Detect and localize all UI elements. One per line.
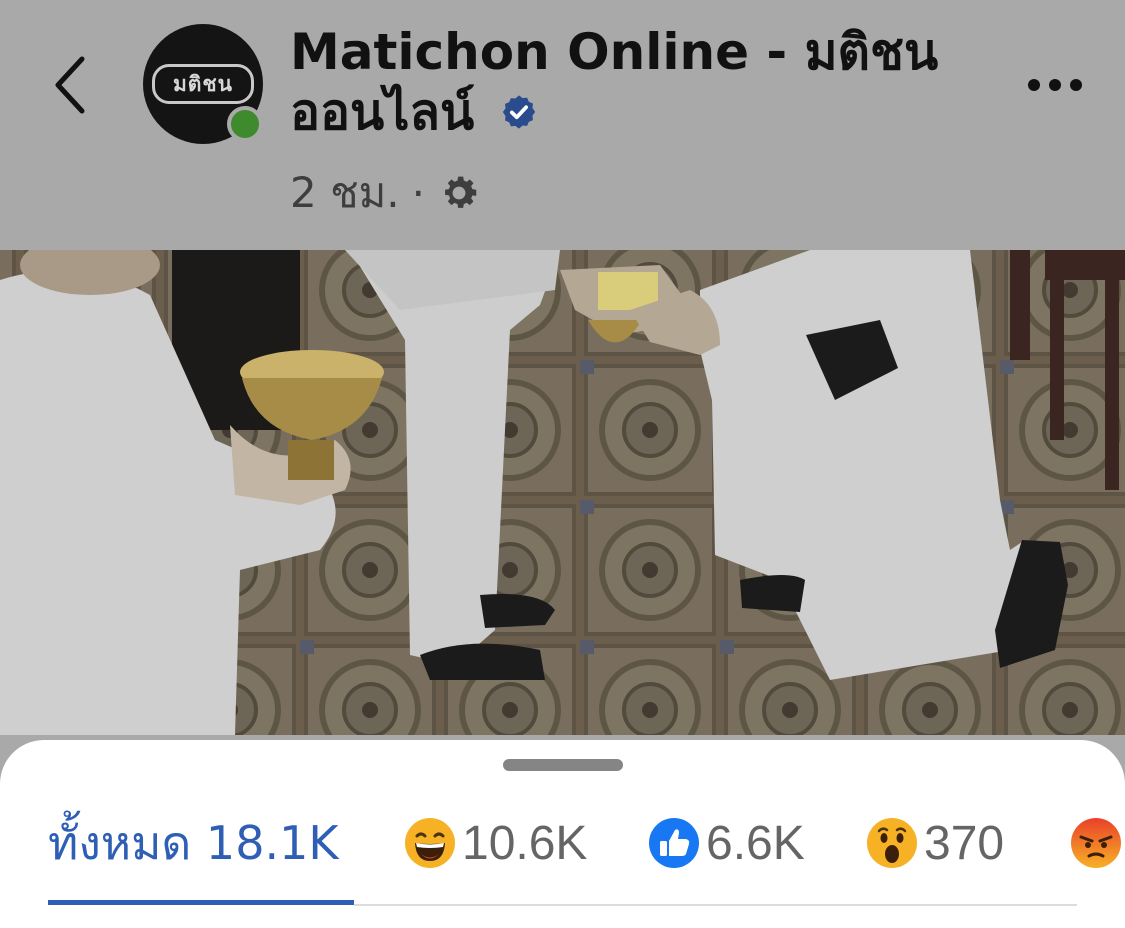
matichon-logo: มติชน	[152, 64, 254, 104]
more-options-button[interactable]	[1020, 65, 1090, 105]
chevron-left-icon	[55, 56, 85, 114]
angry-reaction-icon	[1071, 818, 1121, 868]
tab-haha[interactable]: 10.6K	[404, 808, 587, 878]
tab-like-count: 6.6K	[706, 816, 805, 870]
like-reaction-icon	[649, 818, 699, 868]
wow-reaction-icon	[867, 818, 917, 868]
online-status-indicator	[227, 106, 263, 142]
tab-wow-count: 370	[924, 816, 1005, 870]
tab-haha-count: 10.6K	[462, 816, 588, 870]
tab-like[interactable]: 6.6K	[648, 808, 805, 878]
gear-icon	[445, 176, 477, 208]
tab-all-reactions[interactable]: ทั้งหมด 18.1K	[48, 808, 339, 878]
reaction-tabs: ทั้งหมด 18.1K 10.6K 6.6K 370	[48, 808, 1125, 908]
post-photo[interactable]	[0, 250, 1125, 735]
post-header: มติชน Matichon Online - มติชนออนไลน์ 2 ช…	[0, 0, 1125, 250]
verified-badge-icon	[502, 94, 535, 129]
back-button[interactable]	[40, 45, 110, 125]
page-avatar[interactable]: มติชน	[143, 24, 265, 146]
tab-wow[interactable]: 370	[866, 808, 1004, 878]
sheet-grab-handle[interactable]	[503, 759, 623, 771]
post-timestamp: 2 ชม.	[290, 168, 400, 217]
reactions-sheet: ทั้งหมด 18.1K 10.6K 6.6K 370	[0, 740, 1125, 928]
page-name-text: Matichon Online - มติชนออนไลน์	[290, 23, 939, 141]
haha-reaction-icon	[405, 818, 455, 868]
tabs-divider	[354, 904, 1077, 906]
tab-angry[interactable]	[1070, 808, 1125, 878]
active-tab-indicator	[48, 900, 354, 905]
page-name[interactable]: Matichon Online - มติชนออนไลน์	[290, 22, 970, 142]
tab-all-label: ทั้งหมด 18.1K	[48, 815, 339, 870]
ellipsis-icon	[1028, 79, 1082, 91]
meta-separator: ·	[411, 168, 425, 218]
post-meta: 2 ชม. ·	[290, 168, 481, 218]
